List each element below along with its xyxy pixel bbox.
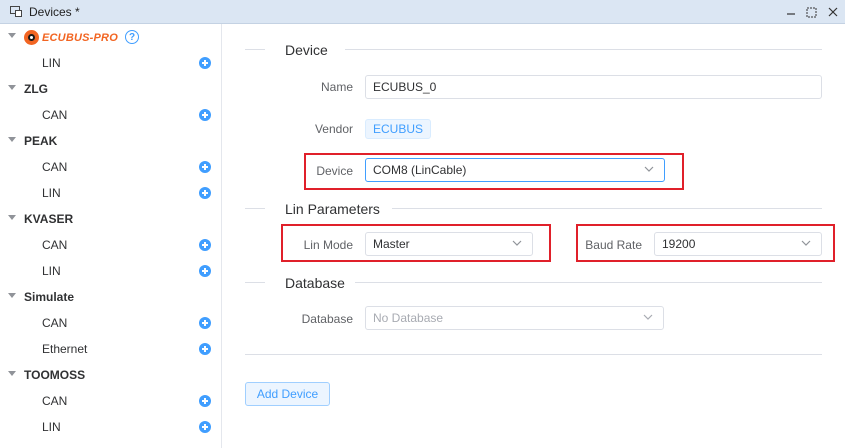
caret-down-icon[interactable] bbox=[8, 293, 16, 298]
tree-item-label: CAN bbox=[42, 394, 68, 408]
database-label: Database bbox=[301, 312, 353, 326]
tree-group-kvaser[interactable]: KVASER bbox=[0, 206, 221, 232]
device-form: Device Name ECUBUS_0 Vendor ECUBUS Devic… bbox=[222, 24, 845, 448]
name-input[interactable]: ECUBUS_0 bbox=[365, 75, 822, 99]
tree-item-label: CAN bbox=[42, 160, 68, 174]
add-circle-icon[interactable] bbox=[199, 187, 211, 199]
section-title-lin-parameters: Lin Parameters bbox=[285, 201, 380, 217]
caret-down-icon[interactable] bbox=[8, 215, 16, 220]
add-circle-icon[interactable] bbox=[199, 109, 211, 121]
tree-group-label: TOOMOSS bbox=[24, 368, 86, 382]
chevron-down-icon bbox=[643, 314, 653, 320]
tree-item-toomoss-can[interactable]: CAN bbox=[0, 388, 221, 414]
vendor-label: Vendor bbox=[314, 122, 353, 136]
tree-item-ecubus-lin[interactable]: LIN bbox=[0, 50, 221, 76]
window-title: Devices * bbox=[29, 5, 80, 19]
tree-item-label: CAN bbox=[42, 108, 68, 122]
tree-item-label: LIN bbox=[42, 56, 61, 70]
tree-item-label: CAN bbox=[42, 316, 68, 330]
tree-item-simulate-can[interactable]: CAN bbox=[0, 310, 221, 336]
tree-item-label: CAN bbox=[42, 238, 68, 252]
caret-down-icon[interactable] bbox=[8, 85, 16, 90]
tree-item-simulate-ethernet[interactable]: Ethernet bbox=[0, 336, 221, 362]
tree-item-peak-lin[interactable]: LIN bbox=[0, 180, 221, 206]
add-circle-icon[interactable] bbox=[199, 421, 211, 433]
add-circle-icon[interactable] bbox=[199, 395, 211, 407]
question-circle-icon[interactable]: ? bbox=[125, 30, 139, 44]
devices-icon bbox=[10, 6, 22, 17]
tree-group-label: Simulate bbox=[24, 290, 75, 304]
highlight-lin-mode bbox=[281, 224, 551, 262]
tree-item-label: LIN bbox=[42, 264, 61, 278]
maximize-icon bbox=[806, 7, 816, 17]
tree-item-peak-can[interactable]: CAN bbox=[0, 154, 221, 180]
divider bbox=[245, 282, 265, 283]
divider bbox=[245, 49, 265, 50]
tree-item-toomoss-lin[interactable]: LIN bbox=[0, 414, 221, 440]
tree-group-label: KVASER bbox=[24, 212, 74, 226]
divider bbox=[245, 208, 265, 209]
tree-group-zlg[interactable]: ZLG bbox=[0, 76, 221, 102]
tree-group-label: PEAK bbox=[24, 134, 58, 148]
tree-group-simulate[interactable]: Simulate bbox=[0, 284, 221, 310]
minimize-icon bbox=[787, 13, 795, 15]
tree-item-kvaser-lin[interactable]: LIN bbox=[0, 258, 221, 284]
database-select[interactable]: No Database bbox=[365, 306, 664, 330]
tree-group-peak[interactable]: PEAK bbox=[0, 128, 221, 154]
name-label: Name bbox=[320, 80, 353, 94]
add-device-button[interactable]: Add Device bbox=[245, 382, 330, 406]
divider bbox=[345, 49, 822, 50]
tree-item-kvaser-can[interactable]: CAN bbox=[0, 232, 221, 258]
maximize-button[interactable] bbox=[802, 3, 820, 21]
divider bbox=[392, 208, 822, 209]
add-circle-icon[interactable] bbox=[199, 161, 211, 173]
tree-group-toomoss[interactable]: TOOMOSS bbox=[0, 362, 221, 388]
tree-item-label: LIN bbox=[42, 186, 61, 200]
section-title-database: Database bbox=[285, 275, 345, 291]
tree-group-label: ZLG bbox=[24, 82, 48, 96]
ecubus-pro-logo: ECUBUS-PRO bbox=[24, 30, 118, 45]
add-circle-icon[interactable] bbox=[199, 57, 211, 69]
tree-item-label: Ethernet bbox=[42, 342, 88, 356]
add-circle-icon[interactable] bbox=[199, 343, 211, 355]
caret-down-icon[interactable] bbox=[8, 33, 16, 38]
database-placeholder: No Database bbox=[373, 311, 444, 325]
tree-group-ecubus-pro[interactable]: ECUBUS-PRO ? bbox=[0, 24, 221, 50]
highlight-device bbox=[304, 153, 684, 190]
minimize-button[interactable] bbox=[782, 3, 800, 21]
highlight-baud-rate bbox=[576, 224, 835, 262]
add-circle-icon[interactable] bbox=[199, 265, 211, 277]
caret-down-icon[interactable] bbox=[8, 137, 16, 142]
window-titlebar: Devices * bbox=[0, 0, 845, 24]
close-button[interactable] bbox=[824, 3, 842, 21]
close-icon bbox=[828, 7, 838, 17]
add-circle-icon[interactable] bbox=[199, 317, 211, 329]
section-title-device: Device bbox=[285, 42, 328, 58]
device-tree: ECUBUS-PRO ? LIN ZLG CAN PEAK CAN LIN KV… bbox=[0, 24, 222, 448]
vendor-tag: ECUBUS bbox=[365, 119, 432, 139]
add-circle-icon[interactable] bbox=[199, 239, 211, 251]
divider bbox=[355, 282, 822, 283]
tree-item-zlg-can[interactable]: CAN bbox=[0, 102, 221, 128]
caret-down-icon[interactable] bbox=[8, 371, 16, 376]
tree-item-label: LIN bbox=[42, 420, 61, 434]
divider bbox=[245, 354, 822, 355]
